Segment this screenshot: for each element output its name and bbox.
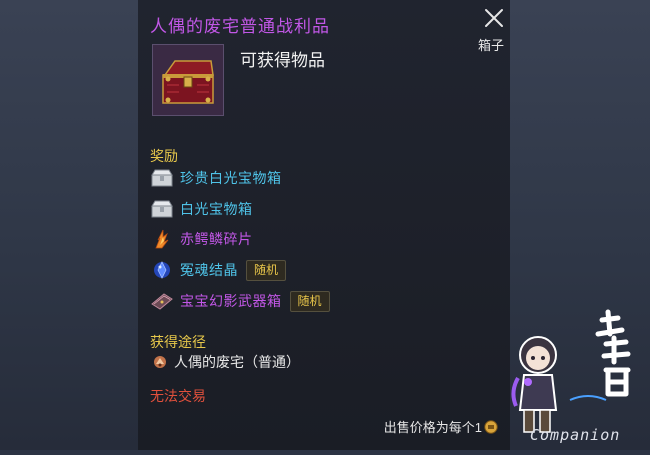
reward-item[interactable]: 赤鳄鳞碎片 xyxy=(150,228,253,250)
reward-item[interactable]: 珍贵白光宝物箱 xyxy=(150,167,282,189)
source-location: 人偶的废宅（普通） xyxy=(174,354,300,370)
reward-name: 白光宝物箱 xyxy=(180,201,253,217)
source-heading: 获得途径 xyxy=(150,334,206,350)
untradable-label: 无法交易 xyxy=(150,388,206,404)
blue-crystal-icon xyxy=(154,261,170,279)
item-type: 箱子 xyxy=(477,38,504,53)
reward-name: 冤魂结晶 xyxy=(180,262,238,278)
silver-chest-icon xyxy=(151,200,173,218)
silver-chest-icon xyxy=(151,169,173,187)
companion-watermark: Companion xyxy=(510,300,650,450)
weapon-box-icon xyxy=(151,293,173,310)
red-treasure-chest-icon xyxy=(153,45,223,115)
reward-name: 宝宝幻影武器箱 xyxy=(180,293,282,309)
coin-icon xyxy=(484,419,498,434)
dungeon-icon xyxy=(154,356,166,368)
rewards-heading: 奖励 xyxy=(150,148,178,164)
sell-price-label: 出售价格为每个1 xyxy=(383,420,482,435)
reward-name: 珍贵白光宝物箱 xyxy=(180,170,282,186)
sell-price: 出售价格为每个1 xyxy=(384,417,498,436)
reward-item[interactable]: 白光宝物箱 xyxy=(150,198,253,220)
watermark-subtitle: Companion xyxy=(530,426,621,444)
item-title: 人偶的废宅普通战利品 xyxy=(150,17,330,36)
reward-item[interactable]: 冤魂结晶 随机 xyxy=(150,259,287,281)
item-icon-frame xyxy=(152,44,224,116)
close-button[interactable] xyxy=(483,7,505,29)
obtainable-label: 可获得物品 xyxy=(240,51,325,70)
source-entry[interactable]: 人偶的废宅（普通） xyxy=(152,352,300,372)
close-icon[interactable] xyxy=(483,7,505,29)
reward-name: 赤鳄鳞碎片 xyxy=(180,231,253,247)
random-badge: 随机 xyxy=(289,290,330,312)
random-badge: 随机 xyxy=(246,259,287,281)
reward-item[interactable]: 宝宝幻影武器箱 随机 xyxy=(150,290,330,312)
item-tooltip: 人偶的废宅普通战利品 箱子 可获得物品 奖励 珍贵白光宝物箱 白光宝物箱 赤鳄鳞… xyxy=(138,0,510,450)
background-left xyxy=(0,0,138,450)
flame-shard-icon xyxy=(155,229,169,249)
